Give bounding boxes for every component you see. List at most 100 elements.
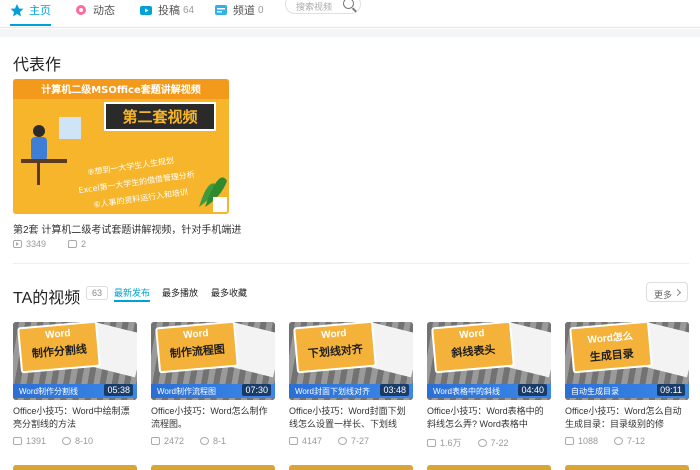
tab-most-played[interactable]: 最多播放	[162, 286, 198, 299]
featured-video-thumbnail[interactable]: 计算机二级MSOffice套题讲解视频 第二套视频 ⑧想到一大学生人生规划 Ex…	[13, 79, 229, 214]
badge-main-text: 斜线表头	[450, 344, 496, 360]
video-thumbnail[interactable]: Word 下划线对齐 Word封面下划线对齐 03:48	[289, 322, 413, 400]
video-duration: 05:38	[104, 384, 133, 396]
play-count-icon	[289, 437, 298, 445]
video-title[interactable]: Office小技巧：Word怎么制作流程图。	[151, 405, 275, 431]
title-badge: Word怎么 生成目录	[569, 322, 653, 374]
badge-main-text: 生成目录	[589, 348, 635, 364]
video-stats: 2472 8-1	[151, 436, 226, 446]
title-badge: Word 制作流程图	[155, 322, 239, 374]
video-title[interactable]: Office小技巧：Word怎么自动生成目录：目录级别的修	[565, 405, 689, 431]
video-card[interactable]: Word怎么 生成目录 自动生成目录 09:11 Office小技巧：Word怎…	[565, 322, 689, 470]
tab-label: 最多播放	[162, 288, 199, 298]
video-thumbnail[interactable]: Word 斜线表头 Word表格中的斜线 04:40	[427, 322, 551, 400]
view-count: 2472	[164, 436, 185, 446]
badge-main-text: 下划线对齐	[307, 343, 364, 361]
play-count-icon	[13, 240, 22, 248]
clock-icon	[338, 437, 348, 445]
featured-comments: 2	[68, 239, 86, 249]
video-title[interactable]: Office小技巧：Word中绘制漂亮分割线的方法	[13, 405, 137, 431]
featured-video-title[interactable]: 第2套 计算机二级考试套题讲解视频，针对手机端进	[13, 221, 241, 236]
featured-thumbnail-art: 计算机二级MSOffice套题讲解视频 第二套视频 ⑧想到一大学生人生规划 Ex…	[13, 79, 229, 214]
badge-main-text: 制作分割线	[31, 343, 88, 361]
play-count-icon	[565, 437, 574, 445]
tab-most-favorited[interactable]: 最多收藏	[211, 286, 247, 299]
channel-count: 0	[258, 4, 264, 16]
video-thumbnail[interactable]: Word 制作流程图 Word制作流程图 07:30	[151, 322, 275, 400]
video-duration: 03:48	[380, 384, 409, 396]
title-badge: Word 制作分割线	[17, 322, 101, 374]
search-placeholder: 搜索视频	[296, 2, 333, 12]
star-home-icon	[10, 4, 24, 17]
video-stats: 1.6万 7-22	[427, 436, 509, 449]
video-thumbnail[interactable]: Word怎么 生成目录 自动生成目录 09:11	[565, 322, 689, 400]
active-tab-indicator	[10, 24, 51, 26]
video-duration: 04:40	[518, 384, 547, 396]
upload-date: 7-27	[351, 436, 370, 446]
clock-icon	[477, 438, 487, 447]
featured-comment-count: 2	[81, 239, 87, 249]
submission-count: 64	[183, 4, 195, 16]
nav-tab-label: 动态	[93, 5, 115, 17]
video-thumbnail[interactable]: Word 制作分割线 Word制作分割线 05:38	[13, 322, 137, 400]
featured-views: 3349	[13, 239, 46, 249]
video-title[interactable]: Office小技巧：Word表格中的斜线怎么弄? Word表格中	[427, 405, 551, 431]
upload-date: 8-10	[75, 436, 94, 446]
search-input[interactable]: 搜索视频	[285, 0, 361, 14]
featured-top-text: 计算机二级MSOffice套题讲解视频	[41, 83, 201, 96]
dynamic-icon	[76, 5, 86, 15]
active-tab-indicator	[114, 300, 151, 302]
play-count-icon	[151, 437, 160, 445]
more-button-label: 更多	[654, 290, 673, 300]
upload-date: 7-22	[490, 437, 509, 448]
upload-date: 7-12	[627, 436, 646, 446]
video-duration: 07:30	[242, 384, 271, 396]
clock-icon	[614, 437, 624, 445]
next-row-thumbnail[interactable]	[13, 465, 137, 470]
nav-tab-dynamic[interactable]: 动态	[74, 0, 115, 20]
view-count: 1088	[578, 436, 599, 446]
next-row-thumbnail[interactable]	[151, 465, 275, 470]
video-duration: 09:11	[657, 384, 685, 396]
play-count-icon	[427, 438, 436, 447]
video-card[interactable]: Word 制作分割线 Word制作分割线 05:38 Office小技巧：Wor…	[13, 322, 137, 470]
more-button[interactable]: 更多	[646, 282, 688, 302]
next-row-thumbnail[interactable]	[289, 465, 413, 470]
video-icon	[140, 6, 152, 15]
video-stats: 1391 8-10	[13, 436, 93, 446]
nav-tab-label: 频道	[233, 5, 255, 17]
nav-tab-label: 主页	[29, 5, 51, 17]
clock-icon	[200, 437, 210, 445]
view-count: 1391	[26, 436, 47, 446]
badge-main-text: 制作流程图	[169, 343, 226, 361]
nav-tab-home[interactable]: 主页	[10, 0, 51, 26]
section-divider	[13, 263, 689, 264]
view-count: 1.6万	[440, 438, 462, 448]
video-card[interactable]: Word 下划线对齐 Word封面下划线对齐 03:48 Office小技巧：W…	[289, 322, 413, 470]
comment-icon	[68, 240, 77, 248]
search-icon[interactable]	[343, 0, 354, 9]
video-stats: 1088 7-12	[565, 436, 645, 446]
title-badge: Word 下划线对齐	[293, 322, 377, 374]
video-title[interactable]: Office小技巧：Word封面下划线怎么设置一样长、下划线	[289, 405, 413, 431]
nav-tab-channels[interactable]: 频道 0	[214, 0, 264, 20]
video-card[interactable]: Word 斜线表头 Word表格中的斜线 04:40 Office小技巧：Wor…	[427, 322, 551, 470]
videos-section-title: TA的视频	[13, 290, 81, 307]
tab-label: 最多收藏	[211, 288, 248, 298]
video-card[interactable]: Word 制作流程图 Word制作流程图 07:30 Office小技巧：Wor…	[151, 322, 275, 470]
tab-latest[interactable]: 最新发布	[114, 286, 151, 302]
nav-tab-submissions[interactable]: 投稿 64	[139, 0, 194, 20]
channel-icon	[215, 5, 227, 15]
featured-section-title: 代表作	[13, 57, 62, 74]
view-count: 4147	[302, 436, 323, 446]
section-gap	[0, 29, 700, 37]
featured-main-text: 第二套视频	[122, 108, 197, 126]
title-badge: Word 斜线表头	[431, 322, 515, 374]
clock-icon	[62, 437, 72, 445]
next-row-thumbnail[interactable]	[565, 465, 689, 470]
next-row-thumbnail[interactable]	[427, 465, 551, 470]
tab-label: 最新发布	[114, 288, 151, 298]
play-count-icon	[13, 437, 22, 445]
featured-view-count: 3349	[26, 239, 47, 249]
upload-date: 8-1	[213, 436, 227, 446]
